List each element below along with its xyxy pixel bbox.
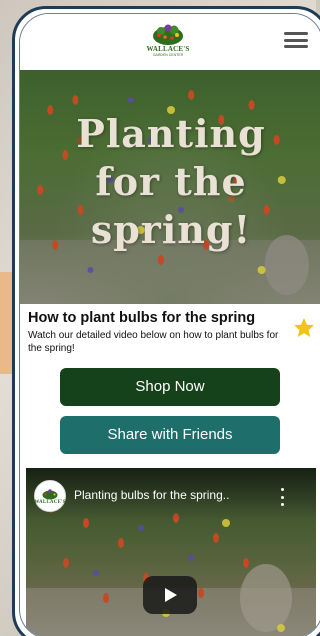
garden-logo-icon <box>153 24 183 45</box>
video-title[interactable]: Planting bulbs for the spring.. <box>74 488 264 502</box>
hero-title-line: for the <box>95 159 247 204</box>
hero-title-line: Planting <box>76 111 266 156</box>
site-header: WALLACE'S GARDEN CENTER <box>20 14 320 70</box>
dot <box>280 503 284 506</box>
article-description: Watch our detailed video below on how to… <box>28 330 279 354</box>
hero-title: Planting for the spring! <box>20 110 320 254</box>
phone-frame: WALLACE'S GARDEN CENTER Planting for the… <box>12 6 320 636</box>
phone-screen: WALLACE'S GARDEN CENTER Planting for the… <box>19 13 320 636</box>
menu-bar <box>284 38 308 42</box>
logo-subtext: GARDEN CENTER <box>152 53 184 57</box>
hero-title-line: spring! <box>90 207 252 252</box>
channel-logo-text: WALLACE'S <box>34 499 66 505</box>
embedded-video[interactable]: WALLACE'S Planting bulbs for the spring.… <box>26 468 316 636</box>
dot <box>280 488 284 491</box>
share-with-friends-button[interactable]: Share with Friends <box>60 416 280 454</box>
dot <box>280 495 284 499</box>
hero-banner: Planting for the spring! <box>20 70 320 304</box>
site-logo[interactable]: WALLACE'S GARDEN CENTER <box>146 22 190 62</box>
garden-logo-icon <box>42 488 58 499</box>
star-icon[interactable] <box>292 316 316 340</box>
article-title: How to plant bulbs for the spring <box>28 310 256 326</box>
hamburger-menu-icon[interactable] <box>284 32 308 48</box>
menu-bar <box>284 32 308 35</box>
play-icon <box>165 588 177 602</box>
more-vertical-icon[interactable] <box>276 488 288 506</box>
menu-bar <box>284 45 308 48</box>
channel-avatar[interactable]: WALLACE'S <box>34 480 66 512</box>
play-button[interactable] <box>143 576 197 614</box>
shop-now-button[interactable]: Shop Now <box>60 368 280 406</box>
logo-text: WALLACE'S <box>146 45 190 53</box>
